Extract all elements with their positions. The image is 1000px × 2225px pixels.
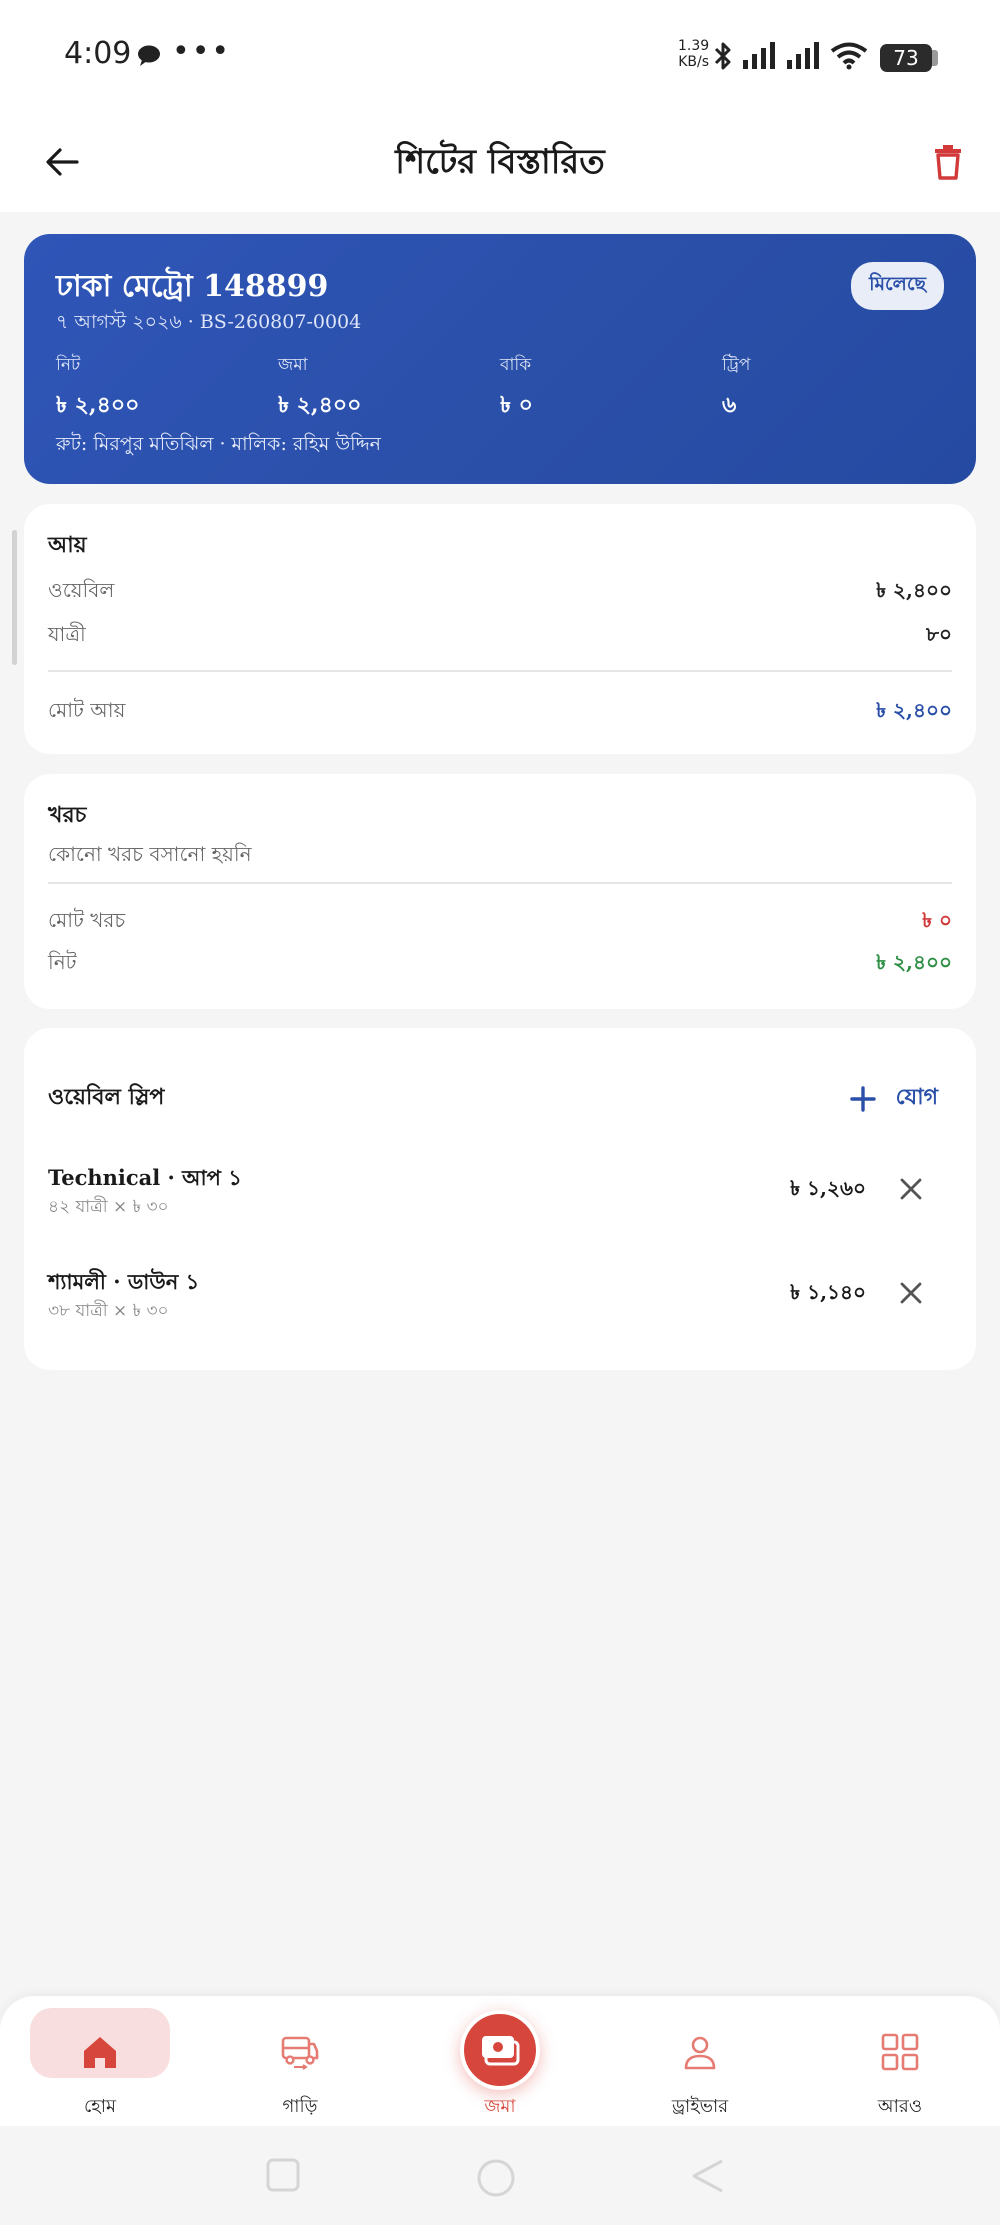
close-icon xyxy=(900,1178,922,1200)
stat-value: ৳ ০ xyxy=(500,392,533,418)
divider xyxy=(48,882,952,884)
network-speed: 1.39 KB/s xyxy=(678,38,709,70)
stat-net: নিট ৳ ২,৪০০ xyxy=(56,352,139,425)
stat-deposit: জমা ৳ ২,৪০০ xyxy=(278,352,361,425)
divider xyxy=(48,670,952,672)
triangle-back-icon xyxy=(692,2159,723,2193)
sheet-subtitle: ৭ আগস্ট ২০২৬ · BS-260807-0004 xyxy=(56,311,362,333)
app-header: শিটের বিস্তারিত xyxy=(0,112,1000,212)
nav-item-home[interactable]: হোম xyxy=(30,2008,170,2118)
passenger-label: যাত্রী xyxy=(48,622,86,646)
nav-item-deposit[interactable] xyxy=(460,2010,540,2090)
expense-card: খরচ কোনো খরচ বসানো হয়নি মোট খরচ ৳ ০ নিট… xyxy=(24,774,976,1009)
slips-title: ওয়েবিল স্লিপ xyxy=(48,1084,165,1110)
net-value: ৳ ২,৪০০ xyxy=(876,950,952,974)
recents-button[interactable] xyxy=(266,2158,300,2196)
circle-icon xyxy=(477,2159,515,2197)
nav-label: গাড়ি xyxy=(282,2096,318,2117)
waybill-label: ওয়েবিল xyxy=(48,578,115,602)
stat-due: বাকি ৳ ০ xyxy=(500,352,533,425)
square-icon xyxy=(266,2158,300,2192)
slip-amount: ৳ ১,১৪০ xyxy=(790,1280,866,1304)
add-slip-button[interactable]: যোগ xyxy=(849,1080,938,1117)
waybill-value: ৳ ২,৪০০ xyxy=(876,578,952,602)
network-speed-unit: KB/s xyxy=(678,54,709,70)
close-icon xyxy=(900,1282,922,1304)
trash-icon xyxy=(935,145,961,180)
no-expense-text: কোনো খরচ বসানো হয়নি xyxy=(48,842,252,866)
remove-slip-button[interactable] xyxy=(896,1174,926,1204)
more-dots-icon: ••• xyxy=(172,34,232,69)
add-slip-label: যোগ xyxy=(895,1084,938,1110)
nav-label-deposit: জমা xyxy=(484,2096,516,2117)
slip-title: Technical · আপ ১ xyxy=(48,1165,242,1190)
stat-label: বাকি xyxy=(500,355,532,375)
total-income-value: ৳ ২,৪০০ xyxy=(876,698,952,722)
nav-label: হোম xyxy=(84,2096,116,2117)
wifi-icon xyxy=(830,42,868,74)
stat-label: ট্রিপ xyxy=(722,355,751,375)
summary-card: ঢাকা মেট্রো 148899 ৭ আগস্ট ২০২৬ · BS-260… xyxy=(24,234,976,484)
signal-icon-2 xyxy=(786,42,822,74)
bus-icon xyxy=(281,2036,319,2070)
remove-slip-button[interactable] xyxy=(896,1278,926,1308)
system-nav-bar xyxy=(0,2126,1000,2225)
battery-tip xyxy=(932,50,938,66)
grid-icon xyxy=(881,2033,919,2071)
back-system-button[interactable] xyxy=(690,2158,726,2198)
nav-label: আরও xyxy=(877,2096,923,2117)
home-icon xyxy=(84,2037,116,2068)
cash-icon xyxy=(482,2036,520,2066)
stat-trips: ট্রিপ ৬ xyxy=(722,352,750,425)
slip-amount: ৳ ১,২৬০ xyxy=(790,1176,866,1200)
income-card: আয় ওয়েবিল ৳ ২,৪০০ যাত্রী ৮০ মোট আয় ৳ … xyxy=(24,504,976,754)
total-expense-label: মোট খরচ xyxy=(48,908,126,932)
stat-value: ৬ xyxy=(722,392,737,418)
stat-label: নিট xyxy=(56,355,81,375)
total-expense-value: ৳ ০ xyxy=(922,908,952,932)
scroll-indicator[interactable] xyxy=(12,530,17,665)
total-income-label: মোট আয় xyxy=(48,698,126,722)
nav-label: ড্রাইভার xyxy=(671,2096,729,2117)
nav-item-vehicles[interactable]: গাড়ি xyxy=(230,2008,370,2118)
page-title: শিটের বিস্তারিত xyxy=(395,142,605,182)
slip-meta: ৩৮ যাত্রী × ৳ ৩০ xyxy=(48,1301,169,1321)
nav-item-more[interactable]: আরও xyxy=(830,2008,970,2118)
stat-label: জমা xyxy=(278,355,308,375)
chat-bubble-icon xyxy=(136,44,162,72)
status-icons xyxy=(712,40,868,76)
waybill-slips-card: ওয়েবিল স্লিপ যোগ Technical · আপ ১ ৪২ যা… xyxy=(24,1028,976,1370)
signal-icon xyxy=(742,42,778,74)
battery-indicator: 73 xyxy=(880,44,932,72)
expense-title: খরচ xyxy=(48,802,87,828)
home-system-button[interactable] xyxy=(476,2158,516,2202)
slip-title: শ্যামলী · ডাউন ১ xyxy=(48,1269,200,1294)
network-speed-value: 1.39 xyxy=(678,38,710,54)
passenger-value: ৮০ xyxy=(926,622,952,646)
nav-item-driver[interactable]: ড্রাইভার xyxy=(630,2008,770,2118)
plus-icon xyxy=(849,1085,876,1112)
vehicle-title: ঢাকা মেট্রো 148899 xyxy=(56,269,329,304)
person-icon xyxy=(684,2036,716,2070)
net-label: নিট xyxy=(48,950,77,974)
status-badge: মিলেছে xyxy=(851,262,944,310)
route-owner-text: রুট: মিরপুর মতিঝিল · মালিক: রহিম উদ্দিন xyxy=(56,433,382,455)
bluetooth-icon xyxy=(712,40,734,76)
delete-button[interactable] xyxy=(928,140,968,184)
status-time: 4:09 xyxy=(64,36,132,71)
income-title: আয় xyxy=(48,532,87,558)
slip-meta: ৪২ যাত্রী × ৳ ৩০ xyxy=(48,1197,169,1217)
stat-value: ৳ ২,৪০০ xyxy=(56,392,140,418)
status-bar: 4:09 ••• 1.39 KB/s 73 xyxy=(0,0,1000,112)
stat-value: ৳ ২,৪০০ xyxy=(278,392,362,418)
